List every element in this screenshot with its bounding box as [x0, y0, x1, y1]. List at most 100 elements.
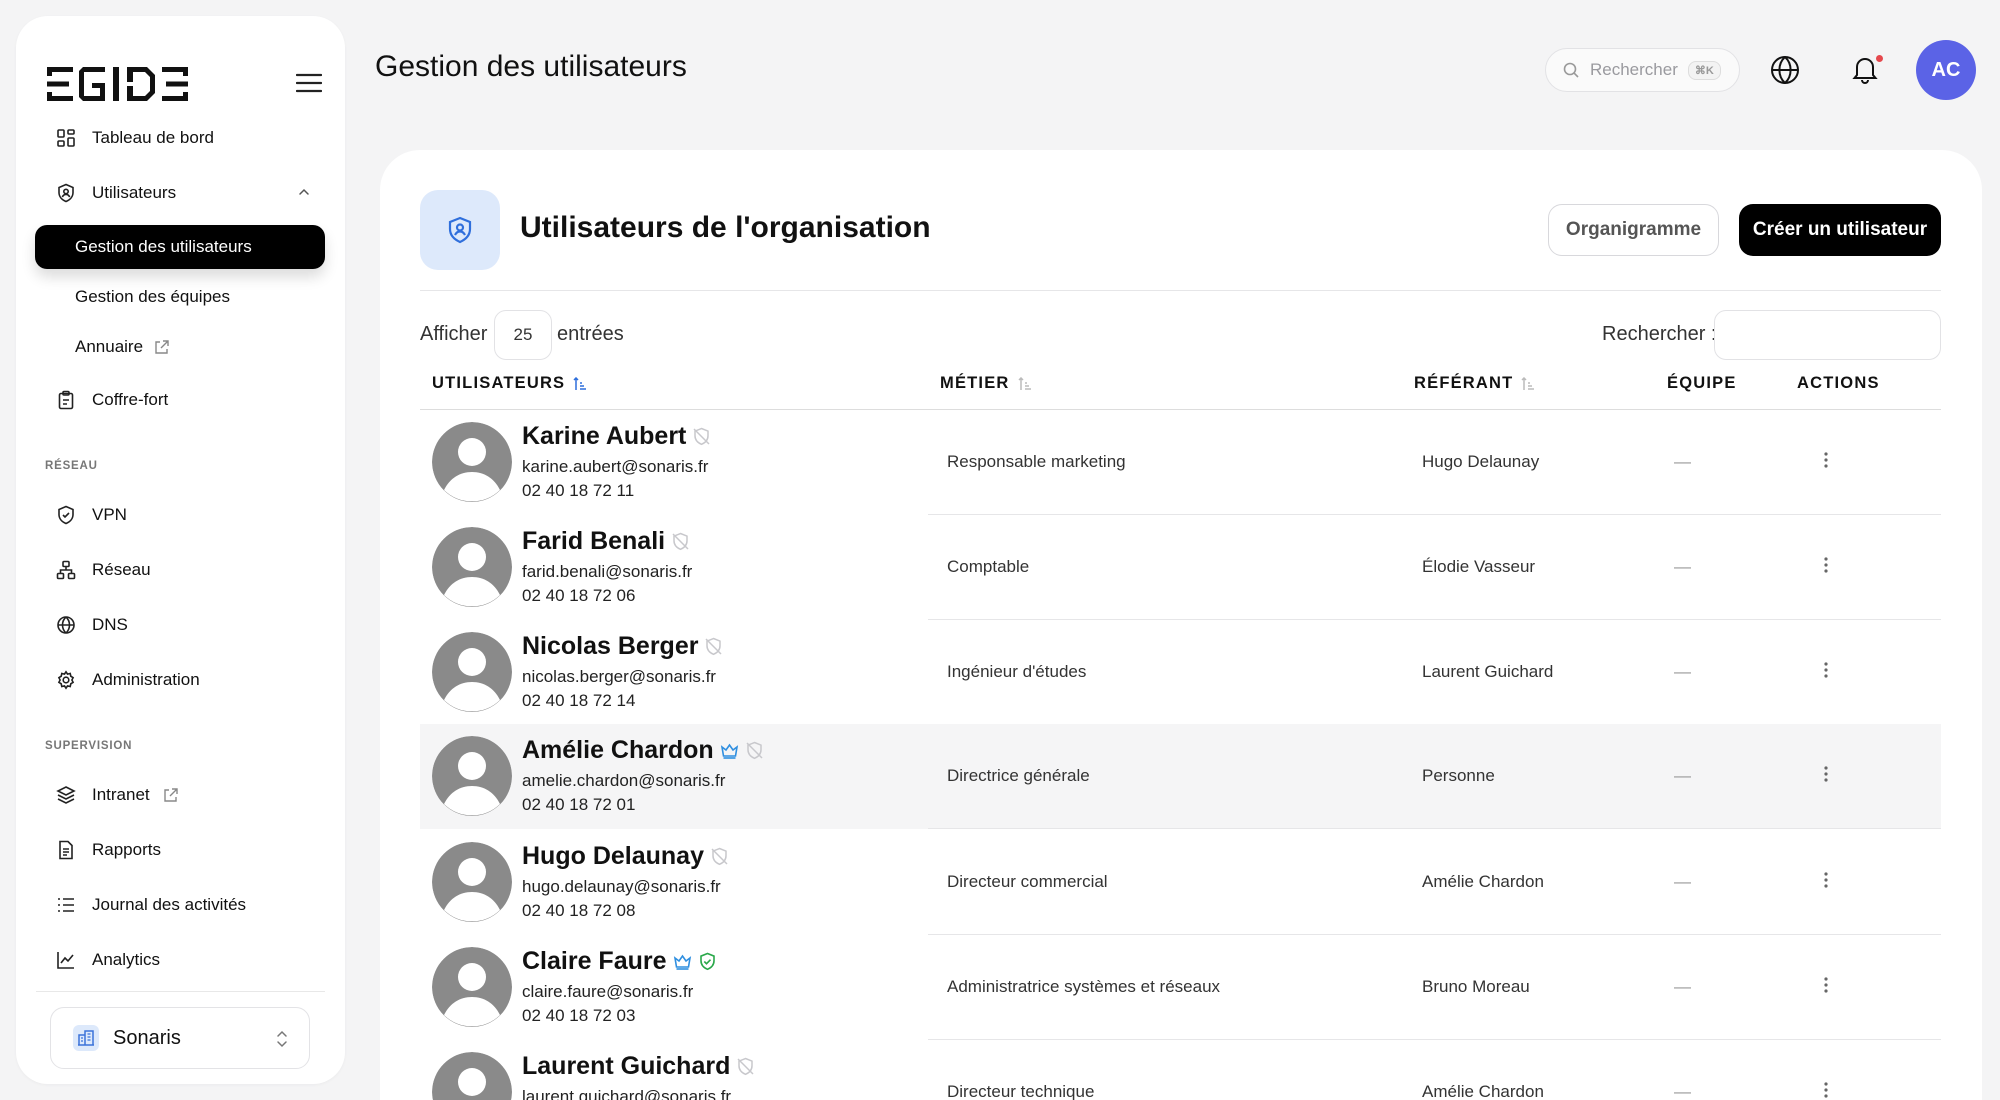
user-name-cell[interactable]: Karine Aubert: [522, 422, 711, 451]
sidebar-item-users[interactable]: Utilisateurs: [36, 171, 325, 215]
user-job: Directrice générale: [947, 766, 1090, 785]
more-actions-icon[interactable]: [1816, 870, 1836, 894]
table-row[interactable]: Claire Faure claire.faure@sonaris.fr 02 …: [420, 935, 1941, 1040]
user-email: hugo.delaunay@sonaris.fr: [522, 877, 721, 896]
user-name: Farid Benali: [522, 527, 666, 555]
more-actions-icon[interactable]: [1816, 1080, 1836, 1100]
user-job: Responsable marketing: [947, 452, 1126, 471]
sort-ascending-active-icon: [573, 376, 587, 391]
sidebar-item-reports[interactable]: Rapports: [36, 828, 325, 872]
sidebar-subitem-user-management[interactable]: Gestion des utilisateurs: [35, 225, 325, 269]
column-header-team[interactable]: ÉQUIPE: [1667, 374, 1737, 393]
sidebar-item-label: Tableau de bord: [92, 128, 214, 147]
user-phone: 02 40 18 72 14: [522, 691, 636, 710]
sidebar-item-intranet[interactable]: Intranet: [36, 773, 325, 817]
row-divider: [928, 828, 1941, 829]
user-phone: 02 40 18 72 08: [522, 901, 636, 920]
language-globe-icon[interactable]: [1769, 54, 1801, 86]
sidebar-subitem-team-management[interactable]: Gestion des équipes: [35, 275, 325, 319]
user-referent: Hugo Delaunay: [1422, 452, 1540, 471]
user-name-cell[interactable]: Farid Benali: [522, 527, 690, 556]
egide-logo[interactable]: [47, 56, 197, 112]
table-row[interactable]: Hugo Delaunay hugo.delaunay@sonaris.fr 0…: [420, 830, 1941, 935]
shield-off-icon: [745, 741, 764, 760]
more-actions-icon[interactable]: [1816, 660, 1836, 684]
table-search-label: Rechercher :: [1602, 323, 1717, 345]
avatar: [432, 422, 512, 502]
search-icon: [1562, 61, 1580, 79]
section-label-network: RÉSEAU: [45, 460, 98, 472]
sidebar-item-dashboard[interactable]: Tableau de bord: [36, 116, 325, 160]
report-icon: [56, 840, 76, 860]
user-name: Nicolas Berger: [522, 632, 699, 660]
entries-per-page-select[interactable]: 25: [494, 310, 552, 360]
more-actions-icon[interactable]: [1816, 764, 1836, 788]
column-header-label: ÉQUIPE: [1667, 374, 1737, 392]
globe-icon: [56, 615, 76, 635]
menu-toggle-icon[interactable]: [296, 72, 322, 94]
user-name-cell[interactable]: Nicolas Berger: [522, 632, 723, 661]
list-icon: [56, 895, 76, 915]
more-actions-icon[interactable]: [1816, 975, 1836, 999]
avatar: [432, 842, 512, 922]
more-actions-icon[interactable]: [1816, 555, 1836, 579]
sidebar-item-label: Journal des activités: [92, 895, 247, 914]
column-header-job[interactable]: MÉTIER: [940, 374, 1032, 393]
chart-line-icon: [56, 950, 76, 970]
table-search-input[interactable]: [1714, 310, 1941, 360]
shield-off-icon: [692, 427, 711, 446]
avatar: [432, 632, 512, 712]
column-header-users[interactable]: UTILISATEURS: [432, 374, 587, 393]
sidebar-item-dns[interactable]: DNS: [36, 603, 325, 647]
user-email: amelie.chardon@sonaris.fr: [522, 771, 726, 790]
sidebar-subitem-directory[interactable]: Annuaire: [35, 325, 325, 369]
table-row[interactable]: Amélie Chardon amelie.chardon@sonaris.fr…: [420, 724, 1941, 829]
sidebar-item-administration[interactable]: Administration: [36, 658, 325, 702]
sidebar-item-label: Intranet: [92, 785, 150, 804]
sidebar-item-vpn[interactable]: VPN: [36, 493, 325, 537]
organization-name: Sonaris: [113, 1026, 181, 1049]
avatar: [432, 947, 512, 1027]
sidebar-item-label: Administration: [92, 670, 200, 689]
user-email: karine.aubert@sonaris.fr: [522, 457, 709, 476]
user-name-cell[interactable]: Hugo Delaunay: [522, 842, 729, 871]
more-actions-icon[interactable]: [1816, 450, 1836, 474]
table-row[interactable]: Karine Aubert karine.aubert@sonaris.fr 0…: [420, 410, 1941, 515]
user-team: —: [1674, 662, 1691, 681]
user-shield-badge-icon: [420, 190, 500, 270]
chevron-up-icon[interactable]: [297, 185, 311, 199]
column-header-label: UTILISATEURS: [432, 374, 566, 392]
column-header-label: RÉFÉRANT: [1414, 374, 1514, 392]
sidebar-item-analytics[interactable]: Analytics: [36, 938, 325, 982]
organization-select[interactable]: Sonaris: [50, 1007, 310, 1069]
sidebar-item-network[interactable]: Réseau: [36, 548, 325, 592]
create-user-button[interactable]: Créer un utilisateur: [1739, 204, 1941, 256]
sidebar-item-activity-log[interactable]: Journal des activités: [36, 883, 325, 927]
user-referent: Laurent Guichard: [1422, 662, 1554, 681]
sidebar-divider: [36, 991, 325, 992]
entries-label: entrées: [557, 323, 624, 345]
table-row[interactable]: Nicolas Berger nicolas.berger@sonaris.fr…: [420, 620, 1941, 725]
user-name-cell[interactable]: Laurent Guichard: [522, 1052, 755, 1081]
sidebar-item-vault[interactable]: Coffre-fort: [36, 378, 325, 422]
column-header-label: MÉTIER: [940, 374, 1010, 392]
user-name-cell[interactable]: Claire Faure: [522, 947, 717, 976]
sidebar: Tableau de bord Utilisateurs Gestion des…: [16, 16, 345, 1084]
user-avatar[interactable]: AC: [1916, 40, 1976, 100]
table-row[interactable]: Farid Benali farid.benali@sonaris.fr 02 …: [420, 515, 1941, 620]
org-chart-button[interactable]: Organigramme: [1548, 204, 1719, 256]
user-name-cell[interactable]: Amélie Chardon: [522, 736, 764, 765]
user-team: —: [1674, 766, 1691, 785]
sidebar-item-label: Analytics: [92, 950, 161, 969]
column-header-referent[interactable]: RÉFÉRANT: [1414, 374, 1535, 393]
sidebar-item-label: Utilisateurs: [92, 183, 177, 202]
user-shield-icon: [56, 183, 76, 203]
chevron-updown-icon: [275, 1030, 289, 1048]
shield-icon: [56, 505, 76, 525]
user-team: —: [1674, 557, 1691, 576]
avatar: [432, 527, 512, 607]
external-link-icon: [162, 787, 179, 804]
global-search[interactable]: Rechercher ⌘K: [1545, 48, 1740, 92]
shield-off-icon: [704, 637, 723, 656]
table-row[interactable]: Laurent Guichard laurent.guichard@sonari…: [420, 1040, 1941, 1100]
